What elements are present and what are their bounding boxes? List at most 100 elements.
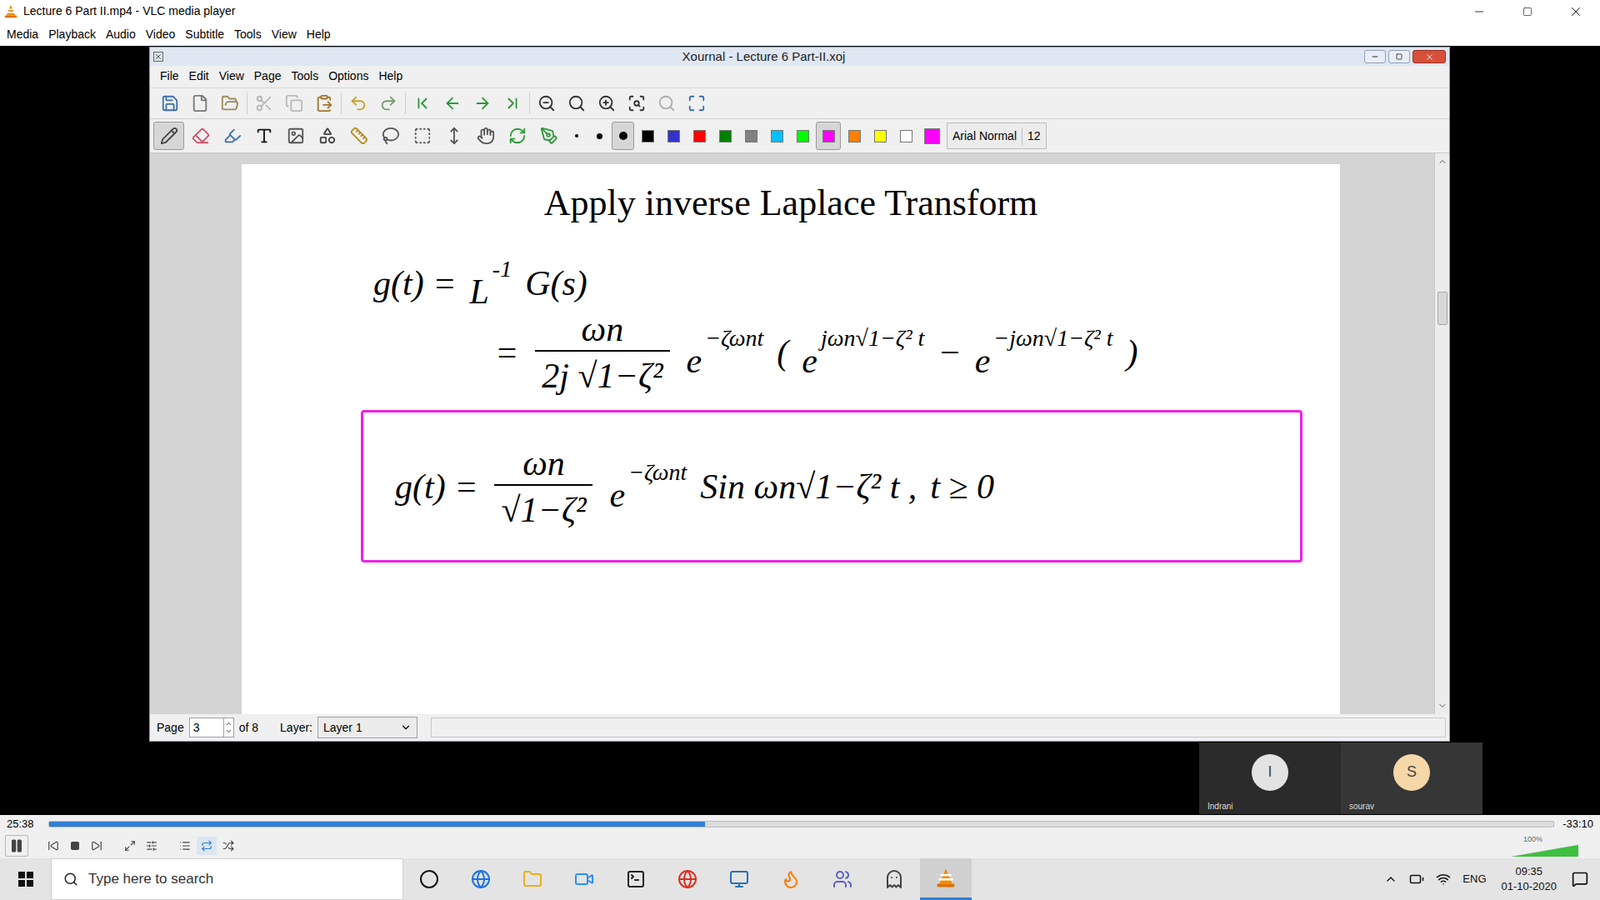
tool-button[interactable] [470, 121, 501, 150]
xournal-close-button[interactable] [1412, 50, 1446, 64]
taskbar-app[interactable] [558, 858, 610, 900]
participant-tile[interactable]: Ssourav [1340, 742, 1483, 815]
color-button[interactable] [712, 121, 738, 150]
stop-button[interactable] [65, 836, 85, 855]
tool-button[interactable] [438, 121, 470, 150]
random-button[interactable] [218, 836, 239, 855]
color-button[interactable] [841, 121, 867, 150]
playlist-button[interactable] [175, 836, 195, 855]
color-button[interactable] [686, 121, 712, 150]
taskbar-app[interactable] [713, 858, 765, 900]
color-button[interactable] [815, 121, 841, 150]
start-button[interactable] [0, 858, 51, 900]
font-button[interactable]: Arial Normal12 [946, 122, 1047, 150]
menu-item[interactable]: Tools [229, 25, 267, 44]
toolbar-button[interactable] [531, 90, 562, 117]
taskbar-app[interactable] [403, 858, 455, 900]
extended-settings-button[interactable] [141, 836, 162, 855]
tool-button[interactable] [343, 121, 375, 150]
color-button[interactable] [764, 121, 790, 150]
toolbar-button[interactable] [373, 90, 404, 117]
taskbar-app[interactable] [868, 858, 920, 900]
toolbar-button[interactable] [279, 90, 310, 117]
xournal-restore-button[interactable] [1388, 50, 1410, 64]
layer-dropdown[interactable]: Layer 1 [317, 716, 418, 739]
page[interactable]: Apply inverse Laplace Transformg(t) =L-1… [241, 164, 1340, 715]
xournal-menu-item[interactable]: Help [373, 67, 408, 85]
menu-item[interactable]: View [266, 25, 302, 44]
taskbar-app[interactable] [610, 858, 662, 900]
vertical-scrollbar[interactable] [1434, 153, 1450, 715]
xournal-menu-item[interactable]: Edit [184, 67, 215, 85]
toolbar-button[interactable] [215, 90, 245, 117]
toolbar-button[interactable] [407, 90, 438, 117]
menu-item[interactable]: Audio [100, 25, 141, 44]
toolbar-button[interactable] [591, 90, 622, 117]
seek-bar[interactable] [48, 820, 1555, 828]
xournal-menu-item[interactable]: Options [323, 67, 374, 85]
color-button[interactable] [790, 121, 815, 150]
tool-button[interactable] [406, 121, 438, 150]
menu-item[interactable]: Playback [43, 25, 101, 44]
color-button[interactable] [867, 121, 893, 150]
toolbar-button[interactable] [467, 90, 498, 117]
toolbar-button[interactable] [249, 90, 280, 117]
taskbar-app[interactable] [816, 858, 869, 900]
toolbar-button[interactable] [497, 90, 528, 117]
menu-item[interactable]: Media [1, 25, 44, 44]
taskbar-app[interactable] [661, 858, 714, 900]
xournal-menu-item[interactable]: File [155, 67, 185, 85]
search-box[interactable]: Type here to search [50, 858, 404, 900]
toolbar-button[interactable] [185, 90, 215, 117]
toolbar-button[interactable] [621, 90, 652, 117]
tool-button[interactable] [216, 121, 248, 150]
fullscreen-button[interactable] [120, 836, 140, 855]
play-pause-button[interactable] [5, 835, 29, 857]
tool-button[interactable] [501, 121, 533, 150]
color-button[interactable] [893, 121, 919, 150]
notifications-icon[interactable] [1571, 870, 1589, 888]
show-hidden-icons-icon[interactable] [1384, 872, 1398, 886]
tool-button[interactable] [280, 121, 311, 150]
minimize-button[interactable] [1455, 0, 1504, 23]
wifi-icon[interactable] [1435, 871, 1451, 887]
color-button[interactable] [738, 121, 764, 150]
toolbar-button[interactable] [651, 90, 682, 117]
tool-button[interactable] [248, 121, 280, 150]
page-spinner[interactable]: 3 [189, 717, 235, 738]
tool-button[interactable] [153, 121, 185, 150]
taskbar-app[interactable] [765, 858, 817, 900]
xournal-menu-item[interactable]: View [214, 67, 250, 85]
toolbar-button[interactable] [437, 90, 468, 117]
toolbar-button[interactable] [155, 90, 185, 117]
xournal-menu-item[interactable]: Tools [285, 67, 324, 85]
tool-button[interactable] [533, 121, 565, 150]
pen-size-button[interactable] [565, 121, 588, 150]
tool-button[interactable] [375, 121, 406, 150]
loop-button[interactable] [196, 836, 217, 855]
tool-button[interactable] [311, 121, 343, 150]
battery-icon[interactable] [1409, 871, 1425, 887]
restore-button[interactable] [1503, 0, 1552, 23]
toolbar-button[interactable] [561, 90, 592, 117]
scroll-thumb[interactable] [1437, 291, 1448, 325]
participant-tile[interactable]: IIndrani [1199, 742, 1341, 815]
menu-item[interactable]: Help [301, 25, 336, 44]
toolbar-button[interactable] [343, 90, 374, 117]
xournal-menu-item[interactable]: Page [249, 67, 287, 85]
next-button[interactable] [86, 836, 107, 855]
taskbar-app[interactable] [455, 858, 507, 900]
taskbar-app[interactable] [506, 858, 559, 900]
pen-size-button[interactable] [611, 121, 635, 150]
previous-button[interactable] [43, 836, 64, 855]
color-button[interactable] [660, 121, 686, 150]
language-indicator[interactable]: ENG [1462, 870, 1486, 888]
clock[interactable]: 09:3501-10-2020 [1498, 864, 1561, 895]
taskbar-app-active[interactable] [920, 858, 972, 900]
menu-item[interactable]: Video [140, 25, 181, 44]
close-button[interactable] [1551, 0, 1600, 23]
pen-size-button[interactable] [588, 121, 611, 150]
toolbar-button[interactable] [309, 90, 340, 117]
tool-button[interactable] [185, 121, 216, 150]
volume-control[interactable]: 100% [1511, 835, 1579, 857]
